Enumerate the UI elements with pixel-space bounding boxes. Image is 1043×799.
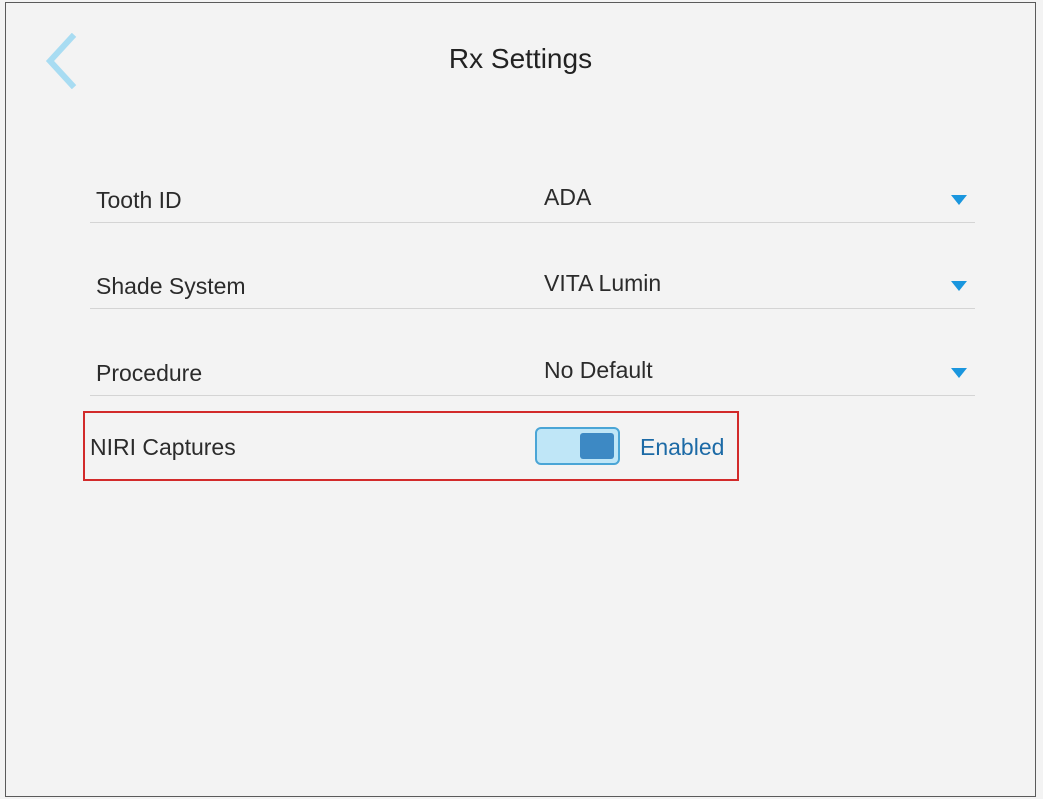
divider: [90, 308, 975, 309]
toggle-knob: [580, 433, 614, 459]
shade-system-value[interactable]: VITA Lumin: [544, 270, 661, 297]
caret-down-icon[interactable]: [951, 195, 967, 205]
page-title: Rx Settings: [448, 43, 593, 74]
shade-system-label: Shade System: [96, 273, 246, 299]
divider: [90, 395, 975, 396]
divider: [90, 222, 975, 223]
procedure-row[interactable]: Procedure No Default: [90, 336, 975, 396]
niri-captures-label: NIRI Captures: [90, 434, 236, 460]
caret-down-icon[interactable]: [951, 281, 967, 291]
tooth-id-row[interactable]: Tooth ID ADA: [90, 163, 975, 223]
tooth-id-label: Tooth ID: [96, 187, 182, 213]
settings-window: Rx Settings Tooth ID ADA Shade System VI…: [5, 2, 1036, 797]
tooth-id-value[interactable]: ADA: [544, 184, 591, 211]
niri-captures-toggle[interactable]: [535, 427, 620, 465]
niri-captures-state: Enabled: [640, 434, 725, 460]
procedure-value[interactable]: No Default: [544, 357, 653, 384]
caret-down-icon[interactable]: [951, 368, 967, 378]
procedure-label: Procedure: [96, 360, 203, 386]
shade-system-row[interactable]: Shade System VITA Lumin: [90, 249, 975, 309]
